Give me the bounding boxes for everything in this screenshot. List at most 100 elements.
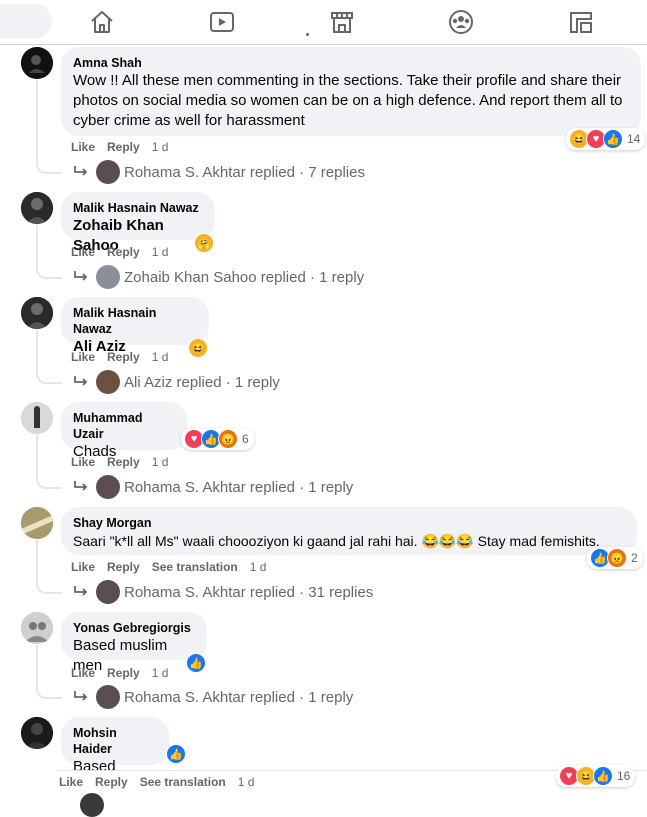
timestamp[interactable]: 1 d	[238, 775, 255, 789]
view-replies-link[interactable]: Ali Aziz replied · 1 reply	[72, 370, 280, 394]
reply-button[interactable]: Reply	[95, 775, 128, 789]
timestamp[interactable]: 1 d	[250, 560, 267, 574]
avatar[interactable]	[21, 507, 53, 539]
groups-icon[interactable]	[447, 8, 475, 36]
angry-reaction-icon: 😠	[218, 429, 238, 449]
reaction-summary[interactable]: 🤗	[191, 232, 217, 254]
top-nav	[0, 0, 647, 45]
see-translation-link[interactable]: See translation	[140, 775, 226, 789]
comment-actions: Like Reply See translation 1 d	[59, 775, 266, 789]
reaction-count: 16	[617, 769, 631, 783]
comment-bubble: Mohsin Haider Based	[61, 717, 169, 775]
reaction-count: 14	[627, 132, 641, 146]
video-icon[interactable]	[208, 8, 236, 36]
avatar[interactable]	[21, 717, 53, 749]
reply-button[interactable]: Reply	[107, 140, 140, 154]
avatar[interactable]	[21, 47, 53, 79]
timestamp[interactable]: 1 d	[152, 245, 169, 259]
like-button[interactable]: Like	[71, 245, 95, 259]
reply-button[interactable]: Reply	[107, 455, 140, 469]
timestamp[interactable]: 1 d	[152, 350, 169, 364]
timestamp[interactable]: 1 d	[152, 140, 169, 154]
haha-reaction-icon: 😆	[188, 338, 208, 358]
nav-back-pill[interactable]	[0, 4, 52, 38]
thread-line	[36, 435, 62, 489]
like-reaction-icon: 👍	[603, 129, 623, 149]
replier-avatar	[96, 685, 120, 709]
comment-bubble: Malik Hasnain Nawaz Zohaib Khan Sahoo	[61, 192, 215, 254]
like-button[interactable]: Like	[71, 666, 95, 680]
replies-summary: Rohama S. Akhtar replied · 1 reply	[124, 478, 354, 496]
reply-arrow-icon	[74, 271, 88, 281]
nav-indicator-dot	[306, 33, 309, 36]
timestamp[interactable]: 1 d	[152, 455, 169, 469]
reply-arrow-icon	[74, 691, 88, 701]
reply-button[interactable]: Reply	[107, 560, 140, 574]
reply-button[interactable]: Reply	[107, 666, 140, 680]
like-button[interactable]: Like	[71, 455, 95, 469]
view-replies-link[interactable]: Rohama S. Akhtar replied · 1 reply	[72, 685, 353, 709]
reply-button[interactable]: Reply	[107, 245, 140, 259]
replies-summary: Zohaib Khan Sahoo replied · 1 reply	[124, 268, 365, 286]
avatar[interactable]	[21, 192, 53, 224]
reaction-count: 2	[631, 551, 638, 565]
view-replies-link[interactable]: Zohaib Khan Sahoo replied · 1 reply	[72, 265, 364, 289]
comment-text: Wow !! All these men commenting in the s…	[73, 72, 623, 129]
comment-actions: Like Reply 1 d	[71, 245, 180, 259]
avatar[interactable]	[21, 612, 53, 644]
thread-line	[36, 540, 62, 594]
reaction-summary[interactable]: ♥ 😆 👍 16	[556, 765, 636, 787]
reply-arrow-icon	[74, 481, 88, 491]
comment-text: Saari "k*ll all Ms" waali choooziyon ki …	[73, 533, 600, 549]
thread-line	[36, 330, 62, 384]
comment-actions: Like Reply See translation 1 d	[71, 560, 278, 574]
comment-bubble: Malik Hasnain Nawaz Ali Aziz	[61, 297, 209, 355]
comment-actions: Like Reply 1 d	[71, 350, 180, 364]
comment-bubble: Amna Shah Wow !! All these men commentin…	[61, 47, 641, 136]
like-button[interactable]: Like	[71, 140, 95, 154]
comment-author[interactable]: Malik Hasnain Nawaz	[73, 200, 203, 216]
replier-avatar	[96, 265, 120, 289]
comment-text: Based	[73, 758, 116, 775]
comment-author[interactable]: Mohsin Haider	[73, 725, 157, 757]
reply-arrow-icon	[74, 586, 88, 596]
comment-author[interactable]: Yonas Gebregiorgis	[73, 620, 195, 636]
reaction-summary[interactable]: 👍	[183, 652, 209, 674]
avatar[interactable]	[21, 402, 53, 434]
comment-author[interactable]: Amna Shah	[73, 55, 629, 71]
gaming-icon[interactable]	[567, 8, 595, 36]
like-button[interactable]: Like	[71, 350, 95, 364]
like-button[interactable]: Like	[59, 775, 83, 789]
marketplace-icon[interactable]	[328, 8, 356, 36]
reaction-summary[interactable]: 👍 😠 2	[587, 547, 643, 569]
view-replies-link[interactable]: Rohama S. Akhtar replied · 31 replies	[72, 580, 373, 604]
view-replies-link[interactable]: Rohama S. Akhtar replied · 1 reply	[72, 475, 353, 499]
see-translation-link[interactable]: See translation	[152, 560, 238, 574]
reply-arrow-icon	[74, 376, 88, 386]
home-icon[interactable]	[88, 8, 116, 36]
view-replies-link[interactable]: Rohama S. Akhtar replied · 7 replies	[72, 160, 365, 184]
timestamp[interactable]: 1 d	[152, 666, 169, 680]
thread-line	[36, 225, 62, 279]
like-button[interactable]: Like	[71, 560, 95, 574]
avatar[interactable]	[21, 297, 53, 329]
like-reaction-icon: 👍	[166, 744, 186, 764]
replier-avatar	[80, 793, 104, 817]
replies-summary: Rohama S. Akhtar replied · 1 reply	[124, 688, 354, 706]
comment-author[interactable]: Malik Hasnain Nawaz	[73, 305, 197, 337]
reaction-summary[interactable]: 😆 ♥ 👍 14	[566, 128, 646, 150]
comment-author[interactable]: Muhammad Uzair	[73, 410, 175, 442]
replies-summary: Rohama S. Akhtar replied · 31 replies	[124, 583, 374, 601]
comment-actions: Like Reply 1 d	[71, 140, 180, 154]
comment-actions: Like Reply 1 d	[71, 455, 180, 469]
reply-button[interactable]: Reply	[107, 350, 140, 364]
comment-bubble: Yonas Gebregiorgis Based muslim men	[61, 612, 207, 674]
reaction-summary[interactable]: 😆	[185, 337, 211, 359]
replier-avatar	[96, 370, 120, 394]
care-reaction-icon: 🤗	[194, 233, 214, 253]
reaction-summary[interactable]: ♥ 👍 😠 6	[181, 428, 254, 450]
thread-line	[36, 80, 62, 174]
reaction-summary[interactable]: 👍	[163, 743, 189, 765]
replies-summary: Ali Aziz replied · 1 reply	[124, 373, 280, 391]
comment-author[interactable]: Shay Morgan	[73, 515, 625, 531]
